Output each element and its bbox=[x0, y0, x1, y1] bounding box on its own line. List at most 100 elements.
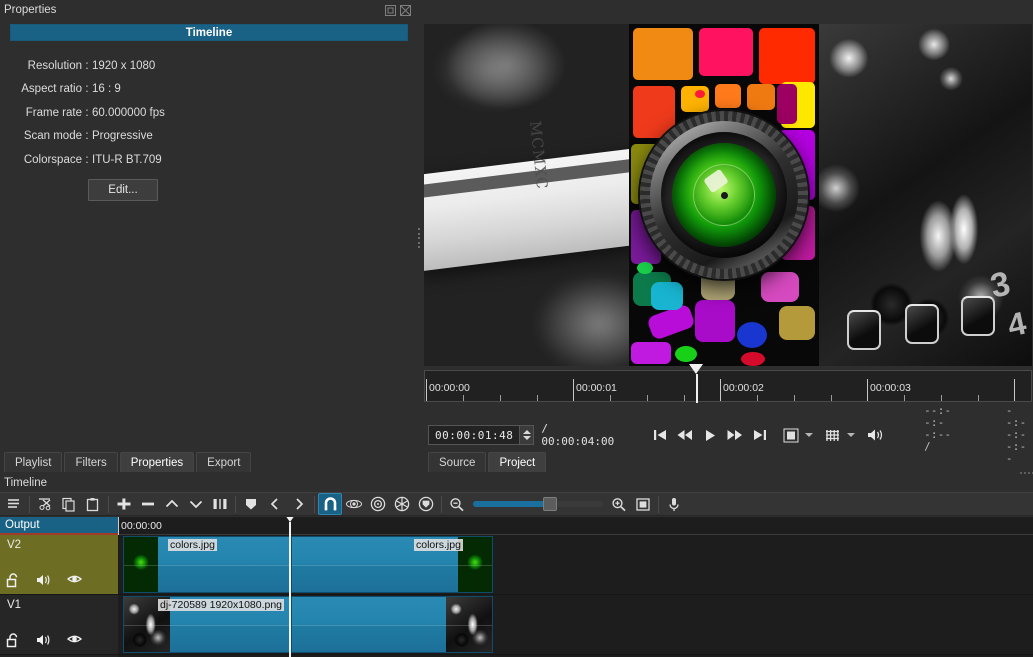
mute-icon[interactable] bbox=[36, 633, 51, 648]
scrub-while-dragging-button[interactable] bbox=[342, 493, 366, 515]
marker-button[interactable] bbox=[239, 493, 263, 515]
property-value: Progressive bbox=[92, 130, 153, 143]
next-marker-button[interactable] bbox=[287, 493, 311, 515]
properties-section-header: Timeline bbox=[10, 24, 408, 41]
position-timecode-value[interactable]: 00:00:01:48 bbox=[429, 426, 519, 444]
append-button[interactable] bbox=[112, 493, 136, 515]
overwrite-button[interactable] bbox=[184, 493, 208, 515]
grid-icon[interactable] bbox=[822, 424, 844, 446]
clip-label: dj-720589 1920x1080.png bbox=[158, 599, 285, 611]
property-row: Resolution : 1920 x 1080 bbox=[6, 54, 412, 78]
skip-to-start-button[interactable] bbox=[649, 424, 671, 446]
player-transport-bar: 00:00:01:48 / 00:00:04:00 --:--:--:-- / … bbox=[420, 405, 1033, 465]
close-icon[interactable] bbox=[399, 4, 412, 17]
property-value: 16 : 9 bbox=[92, 83, 121, 96]
properties-field-list: Resolution : 1920 x 1080 Aspect ratio : … bbox=[6, 54, 412, 172]
property-row: Scan mode : Progressive bbox=[6, 125, 412, 149]
skip-to-end-button[interactable] bbox=[749, 424, 771, 446]
timeline-ruler[interactable]: 00:00:00 bbox=[118, 517, 1033, 535]
tab-export[interactable]: Export bbox=[196, 452, 252, 472]
property-separator: : bbox=[85, 106, 89, 119]
timecode-stepper[interactable] bbox=[519, 426, 534, 444]
transport-buttons bbox=[649, 424, 886, 446]
property-label: Frame rate bbox=[25, 106, 82, 119]
property-separator: : bbox=[85, 153, 89, 166]
lock-icon[interactable] bbox=[5, 573, 20, 588]
property-row: Frame rate : 60.000000 fps bbox=[6, 101, 412, 125]
mute-icon[interactable] bbox=[36, 573, 51, 588]
hide-icon[interactable] bbox=[66, 573, 83, 588]
play-button[interactable] bbox=[699, 424, 721, 446]
volume-icon[interactable] bbox=[864, 424, 886, 446]
player-scrub-bar[interactable]: 00:00:00 00:00:01 00:00:02 00:00:03 bbox=[424, 364, 1032, 403]
preview-image-left: MCMXC bbox=[424, 24, 629, 366]
display-mode-icon[interactable] bbox=[780, 424, 802, 446]
ripple-markers-button[interactable] bbox=[414, 493, 438, 515]
split-button[interactable] bbox=[208, 493, 232, 515]
preview-image-center bbox=[629, 24, 819, 366]
property-label: Resolution bbox=[27, 59, 82, 72]
edit-button[interactable]: Edit... bbox=[88, 178, 158, 201]
track-name-label: V1 bbox=[7, 599, 22, 611]
previous-marker-button[interactable] bbox=[263, 493, 287, 515]
property-separator: : bbox=[85, 83, 89, 96]
record-audio-button[interactable] bbox=[662, 493, 686, 515]
video-preview[interactable]: MCMXC 3 4 bbox=[424, 24, 1032, 366]
clip-v2-1[interactable]: colors.jpg bbox=[123, 536, 291, 593]
display-mode-dropdown-icon[interactable] bbox=[805, 433, 814, 437]
shotcut-window: Properties Timeline Resolution : 1920 x … bbox=[0, 0, 1033, 657]
track-lane-v2[interactable]: colors.jpg colors.jpg bbox=[118, 535, 1033, 595]
ripple-toggle-button[interactable] bbox=[366, 493, 390, 515]
fast-forward-button[interactable] bbox=[724, 424, 746, 446]
tab-playlist[interactable]: Playlist bbox=[4, 452, 63, 472]
clip-v2-2[interactable]: colors.jpg bbox=[291, 536, 493, 593]
hide-icon[interactable] bbox=[66, 633, 83, 648]
zoom-out-button[interactable] bbox=[445, 493, 469, 515]
scrub-tick-label: 00:00:01 bbox=[576, 382, 617, 394]
property-label: Colorspace bbox=[23, 153, 82, 166]
property-value: ITU-R BT.709 bbox=[92, 153, 162, 166]
clip-v1-2[interactable] bbox=[291, 596, 493, 653]
ripple-delete-button[interactable] bbox=[136, 493, 160, 515]
scrub-tick-label: 00:00:02 bbox=[723, 382, 764, 394]
timeline-body[interactable]: Output V2 V1 00:00:00 colors.jpg colors.… bbox=[0, 517, 1033, 657]
track-header-v2[interactable]: V2 bbox=[0, 535, 118, 595]
panel-titlebar-buttons bbox=[384, 4, 418, 17]
rewind-button[interactable] bbox=[674, 424, 696, 446]
player-playhead[interactable] bbox=[689, 364, 704, 403]
copy-button[interactable] bbox=[57, 493, 81, 515]
zoom-in-button[interactable] bbox=[607, 493, 631, 515]
timeline-panel: Timeline Output V2 V1 00:00:00 colors.jp… bbox=[0, 474, 1033, 657]
lock-icon[interactable] bbox=[5, 633, 20, 648]
panel-title: Properties bbox=[4, 4, 57, 16]
timeline-ruler-label: 00:00:00 bbox=[121, 520, 162, 532]
tab-source[interactable]: Source bbox=[428, 452, 487, 472]
property-label: Aspect ratio bbox=[21, 83, 82, 96]
track-controls bbox=[5, 633, 83, 648]
tab-filters[interactable]: Filters bbox=[64, 452, 118, 472]
clip-v1-1[interactable]: dj-720589 1920x1080.png bbox=[123, 596, 291, 653]
float-icon[interactable] bbox=[384, 4, 397, 17]
timeline-tracks-area[interactable]: 00:00:00 colors.jpg colors.jpg dj-720589… bbox=[118, 517, 1033, 657]
output-track-header[interactable]: Output bbox=[0, 517, 118, 535]
snap-toggle-button[interactable] bbox=[318, 493, 342, 515]
ripple-all-tracks-button[interactable] bbox=[390, 493, 414, 515]
track-header-v1[interactable]: V1 bbox=[0, 595, 118, 655]
timeline-zoom-slider[interactable] bbox=[473, 497, 603, 511]
tab-properties[interactable]: Properties bbox=[119, 452, 195, 472]
timeline-toolbar bbox=[0, 492, 1033, 516]
cut-button[interactable] bbox=[33, 493, 57, 515]
clip-label: colors.jpg bbox=[168, 539, 217, 551]
track-name-label: V2 bbox=[7, 539, 22, 551]
tab-project[interactable]: Project bbox=[488, 452, 547, 472]
left-dock-tabbar: Playlist Filters Properties Export bbox=[0, 448, 418, 472]
timeline-panel-title: Timeline bbox=[4, 477, 48, 489]
zoom-fit-button[interactable] bbox=[631, 493, 655, 515]
timeline-menu-button[interactable] bbox=[2, 493, 26, 515]
paste-button[interactable] bbox=[81, 493, 105, 515]
grid-dropdown-icon[interactable] bbox=[847, 433, 856, 437]
property-row: Colorspace : ITU-R BT.709 bbox=[6, 148, 412, 172]
position-timecode-field[interactable]: 00:00:01:48 bbox=[428, 425, 535, 445]
lift-button[interactable] bbox=[160, 493, 184, 515]
track-lane-v1[interactable]: dj-720589 1920x1080.png bbox=[118, 595, 1033, 655]
